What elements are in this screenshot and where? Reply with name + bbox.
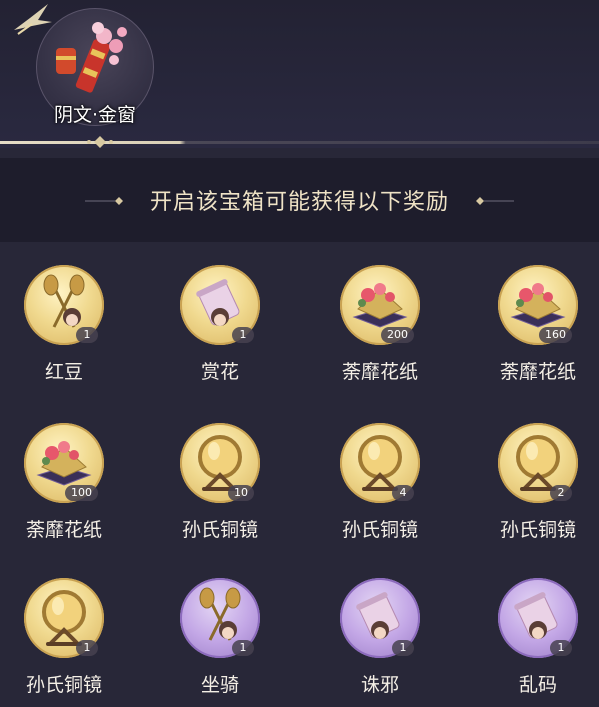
reward-count-badge: 1 (392, 640, 414, 656)
reward-count-badge: 1 (76, 327, 98, 343)
reward-name: 荼靡花纸 (25, 519, 102, 541)
reward-icon-frame: 1 (340, 578, 420, 658)
reward-count-badge: 1 (76, 640, 98, 656)
reward-item[interactable]: 1 诛邪 (320, 578, 440, 707)
reward-item[interactable]: 1 红豆 (4, 265, 124, 405)
reward-name: 坐骑 (200, 674, 239, 696)
reward-name: 孙氏铜镜 (25, 674, 102, 696)
reward-item[interactable]: 2 孙氏铜镜 (478, 423, 598, 563)
reward-item[interactable]: 4 孙氏铜镜 (320, 423, 440, 563)
rewards-banner: 开启该宝箱可能获得以下奖励 (0, 158, 599, 242)
reward-icon-frame: 160 (498, 265, 578, 345)
reward-name: 红豆 (44, 361, 83, 383)
reward-count-badge: 2 (550, 485, 572, 501)
reward-icon-frame: 10 (180, 423, 260, 503)
reward-item[interactable]: 160 荼靡花纸 (478, 265, 598, 405)
reward-icon-frame: 1 (180, 578, 260, 658)
reward-name: 诛邪 (360, 674, 399, 696)
reward-count-badge: 1 (550, 640, 572, 656)
reward-item[interactable]: 200 荼靡花纸 (320, 265, 440, 405)
reward-item[interactable]: 1 赏花 (160, 265, 280, 405)
reward-item[interactable]: 1 乱码 (478, 578, 598, 707)
right-ornament-icon (476, 197, 514, 205)
reward-count-badge: 200 (381, 327, 414, 343)
reward-count-badge: 160 (539, 327, 572, 343)
chest-name: 阴文·金窗 (53, 104, 137, 126)
reward-count-badge: 10 (228, 485, 254, 501)
reward-icon-frame: 1 (24, 578, 104, 658)
reward-icon-frame: 1 (498, 578, 578, 658)
reward-icon-frame: 100 (24, 423, 104, 503)
reward-icon-frame: 200 (340, 265, 420, 345)
reward-name: 乱码 (518, 674, 557, 696)
reward-item[interactable]: 1 坐骑 (160, 578, 280, 707)
reward-name: 荼靡花纸 (499, 361, 576, 383)
reward-name: 赏花 (200, 361, 239, 383)
reward-icon-frame: 1 (180, 265, 260, 345)
firecracker-chest-icon (56, 22, 127, 93)
reward-item[interactable]: 1 孙氏铜镜 (4, 578, 124, 707)
reward-icon-frame: 4 (340, 423, 420, 503)
reward-name: 孙氏铜镜 (499, 519, 576, 541)
reward-name: 孙氏铜镜 (181, 519, 258, 541)
reward-item[interactable]: 100 荼靡花纸 (4, 423, 124, 563)
diamond-ornament-icon (87, 136, 113, 148)
reward-count-badge: 100 (65, 485, 98, 501)
reward-name: 荼靡花纸 (341, 361, 418, 383)
reward-count-badge: 1 (232, 640, 254, 656)
reward-count-badge: 1 (232, 327, 254, 343)
reward-name: 孙氏铜镜 (341, 519, 418, 541)
header: 阴文·金窗 (0, 0, 599, 148)
reward-item[interactable]: 10 孙氏铜镜 (160, 423, 280, 563)
reward-icon-frame: 1 (24, 265, 104, 345)
reward-count-badge: 4 (392, 485, 414, 501)
reward-icon-frame: 2 (498, 423, 578, 503)
